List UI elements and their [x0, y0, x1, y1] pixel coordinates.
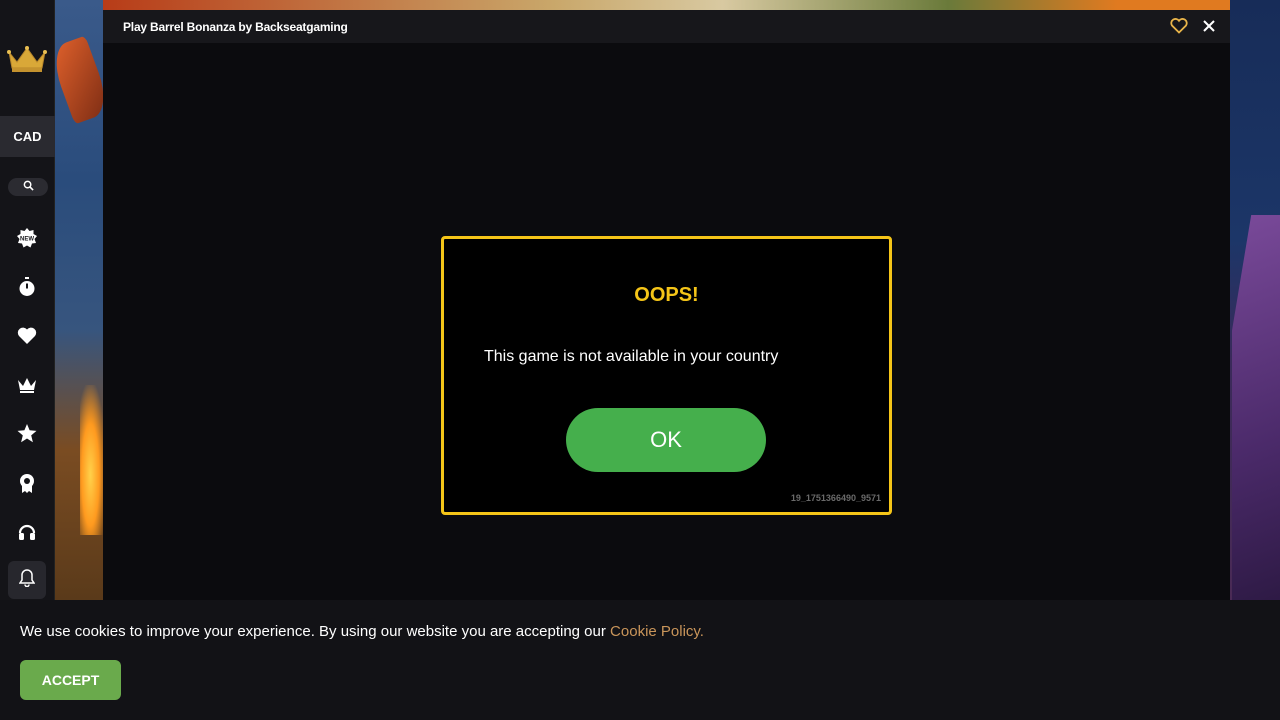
close-game-button[interactable] — [1201, 18, 1217, 34]
star-icon — [17, 424, 37, 448]
cookie-text: We use cookies to improve your experienc… — [20, 623, 611, 640]
search-icon — [23, 178, 34, 196]
award-icon — [18, 473, 36, 498]
error-dialog: OOPS! This game is not available in your… — [441, 236, 892, 515]
cookie-banner: We use cookies to improve your experienc… — [0, 600, 1280, 720]
top-games-button[interactable] — [14, 423, 40, 449]
new-games-button[interactable]: NEW — [14, 227, 40, 253]
promotions-button[interactable] — [14, 472, 40, 498]
currency-selector[interactable]: CAD — [0, 116, 55, 157]
heart-outline-icon — [1170, 18, 1188, 38]
cookie-message: We use cookies to improve your experienc… — [20, 623, 704, 640]
error-code: 19_1751366490_9571 — [790, 493, 881, 503]
close-icon — [1201, 20, 1217, 38]
bell-icon — [18, 568, 36, 592]
ok-button[interactable]: OK — [566, 408, 766, 472]
game-header: Play Barrel Bonanza by Backseatgaming — [103, 10, 1230, 43]
accept-cookies-button[interactable]: ACCEPT — [20, 660, 121, 700]
new-badge-icon: NEW — [17, 227, 37, 253]
dialog-message: This game is not available in your count… — [484, 348, 779, 365]
headset-icon — [17, 522, 37, 547]
crown-icon — [17, 377, 37, 398]
stopwatch-icon — [18, 276, 36, 302]
svg-text:NEW: NEW — [20, 236, 34, 242]
dialog-title: OOPS! — [634, 284, 699, 306]
notifications-button[interactable] — [8, 561, 46, 599]
search-button[interactable] — [8, 178, 48, 196]
recent-games-button[interactable] — [14, 276, 40, 302]
support-button[interactable] — [14, 521, 40, 547]
vip-button[interactable] — [14, 374, 40, 400]
game-title: Play Barrel Bonanza by Backseatgaming — [123, 20, 348, 34]
crown-logo-icon[interactable] — [7, 44, 47, 74]
favorite-game-button[interactable] — [1170, 18, 1188, 34]
heart-icon — [17, 327, 37, 350]
sidebar: CAD NEW — [0, 0, 55, 600]
favorites-button[interactable] — [14, 325, 40, 351]
cookie-policy-link[interactable]: Cookie Policy. — [610, 623, 704, 640]
